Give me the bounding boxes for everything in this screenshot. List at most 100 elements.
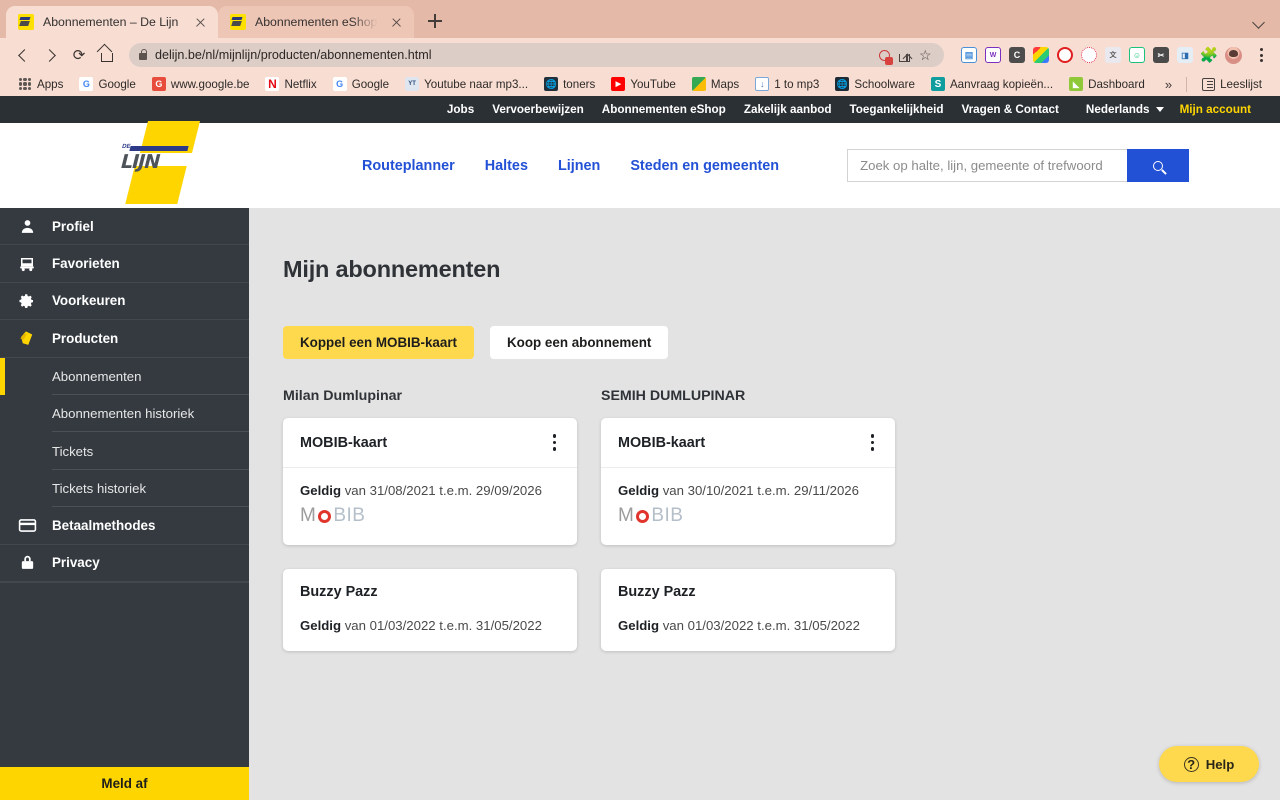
close-tab-icon[interactable] xyxy=(192,14,208,30)
help-widget-button[interactable]: ? Help xyxy=(1159,746,1259,782)
sidebar-item-abonnementen-historiek[interactable]: Abonnementen historiek xyxy=(0,395,249,433)
sidebar-item-privacy[interactable]: Privacy xyxy=(0,545,249,582)
youtube-icon: ▶ xyxy=(611,77,626,91)
maps-icon xyxy=(691,77,706,91)
card-header: MOBIB-kaart xyxy=(601,418,895,468)
close-tab-icon[interactable] xyxy=(388,14,404,30)
google-icon: G xyxy=(79,77,94,91)
bookmark-star-icon[interactable]: ☆ xyxy=(919,47,934,63)
nav-steden-en-gemeenten[interactable]: Steden en gemeenten xyxy=(630,158,779,174)
nav-routeplanner[interactable]: Routeplanner xyxy=(362,158,455,174)
sidebar-item-profiel[interactable]: Profiel xyxy=(0,208,249,246)
sidebar-item-producten[interactable]: Producten xyxy=(0,320,249,358)
logo-de-text: DE xyxy=(121,144,132,150)
extensions-puzzle-icon[interactable]: 🧩 xyxy=(1200,47,1219,64)
utilnav-jobs[interactable]: Jobs xyxy=(438,103,483,116)
nav-lijnen[interactable]: Lijnen xyxy=(558,158,600,174)
reading-list-button[interactable]: Leeslijst xyxy=(1194,77,1270,91)
reading-list-label: Leeslijst xyxy=(1220,77,1262,91)
logout-button[interactable]: Meld af xyxy=(0,767,249,800)
utilnav-zakelijk-aanbod[interactable]: Zakelijk aanbod xyxy=(735,103,841,116)
bookmark-maps[interactable]: Maps xyxy=(684,77,747,91)
logo-container[interactable]: DE LIJN xyxy=(0,121,200,208)
profile-avatar[interactable] xyxy=(1225,46,1242,64)
extension-capture-icon[interactable]: ◨ xyxy=(1177,47,1193,63)
page-title: Mijn abonnementen xyxy=(283,256,501,282)
google-icon: G xyxy=(332,77,347,91)
card-body: Geldig van 01/03/2022 t.e.m. 31/05/2022 xyxy=(601,615,895,651)
bookmark-google-be[interactable]: G www.google.be xyxy=(144,77,258,91)
extension-translate-icon[interactable]: 文 xyxy=(1105,47,1121,63)
extension-colorpicker-icon[interactable] xyxy=(1033,47,1049,63)
search-input[interactable] xyxy=(847,149,1128,182)
language-label: Nederlands xyxy=(1085,103,1150,116)
utilnav-abonnementen-eshop[interactable]: Abonnementen eShop xyxy=(593,103,735,116)
bookmarks-overflow-button[interactable]: » xyxy=(1158,77,1179,92)
search-button[interactable] xyxy=(1127,149,1190,182)
subscription-columns: Milan Dumlupinar MOBIB-kaart Geldig van … xyxy=(283,388,1280,675)
profile-warning-icon[interactable] xyxy=(879,50,893,65)
sidebar-item-tickets-historiek[interactable]: Tickets historiek xyxy=(0,470,249,508)
bookmark-apps[interactable]: Apps xyxy=(10,77,71,91)
extension-grammar-icon[interactable]: ☺ xyxy=(1129,47,1145,63)
buy-subscription-button[interactable]: Koop een abonnement xyxy=(490,326,669,359)
person-icon xyxy=(16,218,38,235)
bookmark-toners[interactable]: 🌐 toners xyxy=(536,77,603,91)
share-icon[interactable] xyxy=(899,53,910,62)
sidebar-item-label: Privacy xyxy=(52,555,100,571)
tab-search-chevron-down-icon[interactable] xyxy=(1252,15,1266,29)
extension-office-icon[interactable]: W xyxy=(985,47,1001,63)
url-text: delijn.be/nl/mijnlijn/producten/abonneme… xyxy=(155,48,432,62)
browser-tab-2[interactable]: Abonnementen eShop - De Lijn xyxy=(218,6,414,38)
tab-strip: Abonnementen – De Lijn Abonnementen eSho… xyxy=(0,0,1280,38)
bookmark-label: Maps xyxy=(710,77,740,91)
main-navigation: Routeplanner Haltes Lijnen Steden en gem… xyxy=(362,158,779,174)
mobib-m-text: M xyxy=(300,505,317,526)
card-title: Buzzy Pazz xyxy=(300,584,378,600)
extension-pinterest-icon[interactable] xyxy=(1081,47,1097,63)
bookmark-yt-mp3[interactable]: YT Youtube naar mp3... xyxy=(397,77,536,91)
validity-label: Geldig xyxy=(300,483,342,498)
browser-tab-1[interactable]: Abonnementen – De Lijn xyxy=(6,6,218,38)
extension-notes-icon[interactable]: ▤ xyxy=(961,47,977,63)
question-mark-icon: ? xyxy=(1183,756,1199,772)
tag-icon xyxy=(16,329,38,348)
home-button[interactable] xyxy=(94,42,120,68)
utilnav-vragen-contact[interactable]: Vragen & Contact xyxy=(952,103,1067,116)
sidebar-item-label: Producten xyxy=(52,330,119,346)
bookmark-schoolware[interactable]: 🌐 Schoolware xyxy=(827,77,923,91)
forward-button[interactable] xyxy=(38,42,64,68)
utilnav-toegankelijkheid[interactable]: Toegankelijkheid xyxy=(841,103,953,116)
sidebar-item-voorkeuren[interactable]: Voorkeuren xyxy=(0,283,249,321)
extension-c-icon[interactable]: C xyxy=(1009,47,1025,63)
bookmark-aanvraag[interactable]: S Aanvraag kopieën... xyxy=(923,77,1061,91)
back-button[interactable] xyxy=(10,42,36,68)
link-mobib-card-button[interactable]: Koppel een MOBIB-kaart xyxy=(283,326,474,359)
bookmark-google-2[interactable]: G Google xyxy=(325,77,397,91)
bookmark-1-to-mp3[interactable]: ↓ 1 to mp3 xyxy=(747,77,827,91)
s-icon: S xyxy=(930,77,945,91)
my-account-link[interactable]: Mijn account xyxy=(1164,103,1260,116)
chrome-menu-icon[interactable] xyxy=(1252,45,1270,65)
reload-button[interactable]: ⟳ xyxy=(66,42,92,68)
card-header: MOBIB-kaart xyxy=(283,418,577,468)
bookmark-dashboard[interactable]: ◣ Dashboard xyxy=(1061,77,1153,91)
card-options-menu-icon[interactable] xyxy=(867,429,878,455)
bookmark-youtube[interactable]: ▶ YouTube xyxy=(603,77,684,91)
sidebar-item-favorieten[interactable]: Favorieten xyxy=(0,245,249,283)
address-bar[interactable]: delijn.be/nl/mijnlijn/producten/abonneme… xyxy=(129,43,944,67)
card-options-menu-icon[interactable] xyxy=(549,429,560,455)
delijn-favicon xyxy=(230,14,246,30)
sidebar-item-tickets[interactable]: Tickets xyxy=(0,432,249,471)
extension-adblock-icon[interactable] xyxy=(1057,47,1073,63)
utilnav-vervoerbewijzen[interactable]: Vervoerbewijzen xyxy=(483,103,593,116)
nav-haltes[interactable]: Haltes xyxy=(485,158,528,174)
extension-scissors-icon[interactable]: ✂ xyxy=(1153,47,1169,63)
sidebar-item-betaalmethodes[interactable]: Betaalmethodes xyxy=(0,507,249,545)
bookmark-google[interactable]: G Google xyxy=(71,77,143,91)
help-label: Help xyxy=(1205,756,1235,772)
language-selector[interactable]: Nederlands xyxy=(1068,103,1164,116)
bookmark-netflix[interactable]: N Netflix xyxy=(257,77,324,91)
sidebar-item-abonnementen[interactable]: Abonnementen xyxy=(0,357,249,396)
new-tab-button[interactable] xyxy=(421,7,449,35)
